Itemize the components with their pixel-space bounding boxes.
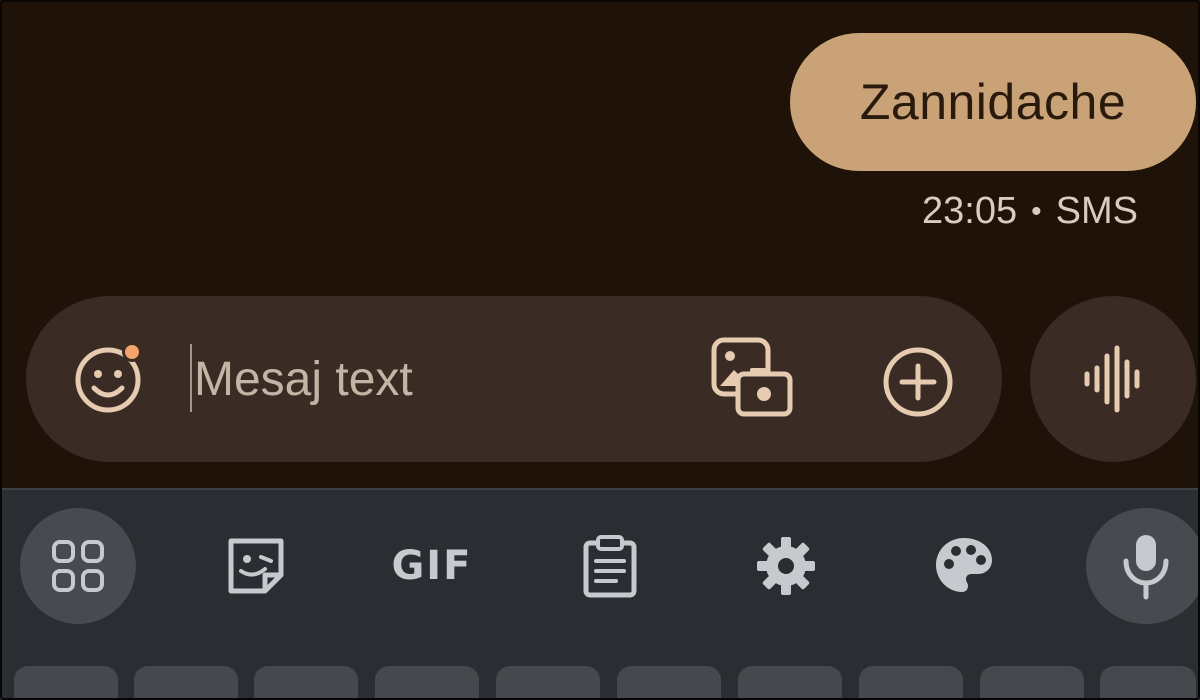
keyboard-settings-button[interactable] (728, 508, 844, 624)
add-circle-icon (883, 347, 953, 417)
message-text: Zannidache (859, 74, 1127, 130)
message-input[interactable] (194, 340, 674, 418)
voice-waveform-icon (1084, 345, 1140, 413)
keyboard-key[interactable] (134, 666, 238, 700)
smiley-icon (75, 342, 142, 413)
keyboard-key-row (0, 666, 1200, 700)
voice-message-button[interactable] (1030, 296, 1196, 462)
text-caret (190, 344, 192, 412)
add-attachment-button[interactable] (876, 340, 960, 424)
sent-message-bubble[interactable]: Zannidache (790, 33, 1196, 171)
gallery-button[interactable] (708, 334, 798, 424)
meta-separator: • (1031, 194, 1042, 228)
keyboard-key[interactable] (617, 666, 721, 700)
keyboard-key[interactable] (1100, 666, 1196, 700)
message-timestamp: 23:05 (922, 190, 1018, 232)
settings-gear-icon (757, 537, 815, 595)
clipboard-icon (583, 535, 637, 598)
keyboard-theme-button[interactable] (906, 508, 1022, 624)
gif-label: GIF (391, 543, 473, 589)
keyboard-key[interactable] (375, 666, 479, 700)
keyboard-key[interactable] (859, 666, 963, 700)
emoji-button[interactable] (70, 338, 150, 418)
keyboard-key[interactable] (496, 666, 600, 700)
keyboard-key[interactable] (738, 666, 842, 700)
microphone-icon (1123, 535, 1169, 600)
keyboard-key[interactable] (14, 666, 118, 700)
apps-grid-icon (52, 540, 104, 592)
message-meta: 23:05 • SMS (922, 190, 1138, 233)
compose-bar (26, 296, 1002, 462)
gallery-icon (711, 337, 793, 417)
sticker-icon (228, 538, 284, 594)
keyboard-apps-button[interactable] (20, 508, 136, 624)
theme-palette-icon (936, 538, 992, 592)
keyboard-sticker-button[interactable] (198, 508, 314, 624)
keyboard-key[interactable] (980, 666, 1084, 700)
keyboard-clipboard-button[interactable] (552, 508, 668, 624)
keyboard-gif-button[interactable]: GIF (374, 508, 490, 624)
keyboard-voice-input-button[interactable] (1086, 508, 1200, 624)
message-channel: SMS (1055, 190, 1138, 232)
keyboard-key[interactable] (254, 666, 358, 700)
